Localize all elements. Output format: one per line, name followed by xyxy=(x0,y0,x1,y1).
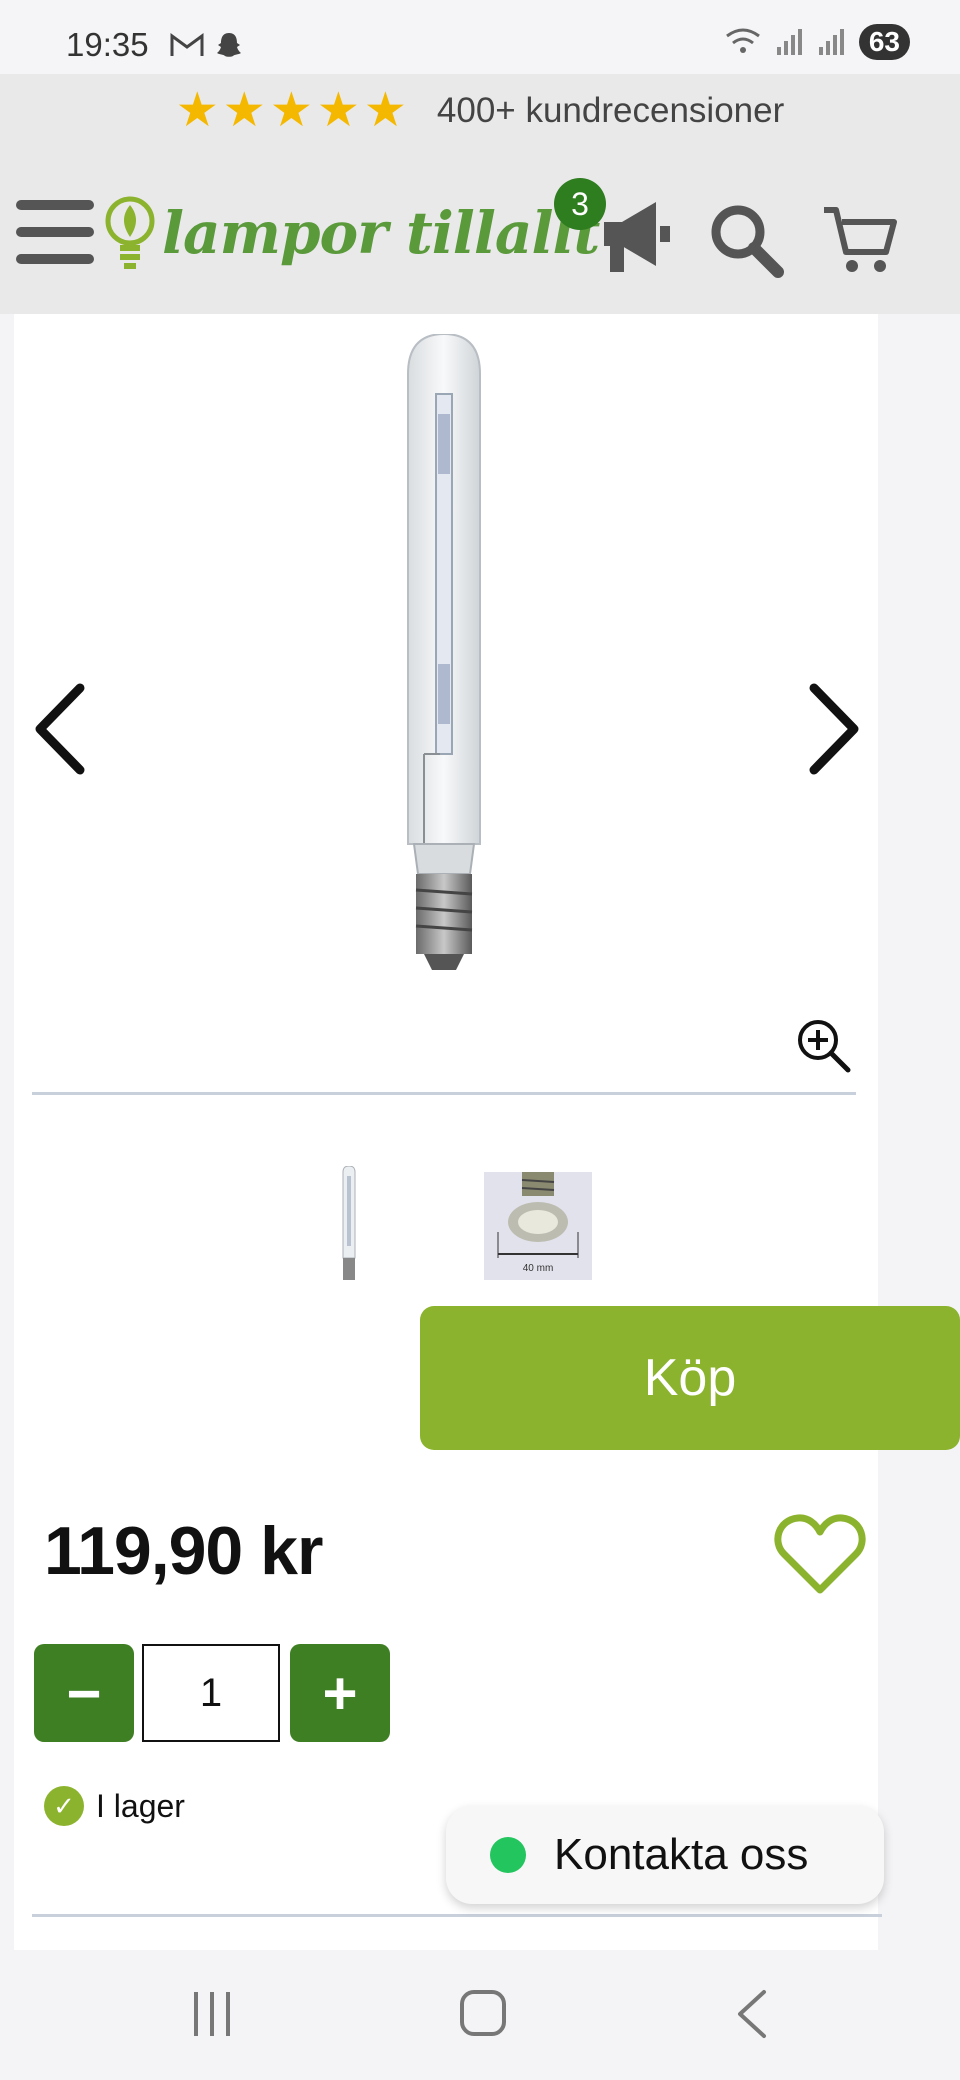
section-divider xyxy=(32,1914,882,1917)
site-header: lampor tillallt 3 xyxy=(0,148,960,314)
system-nav-bar xyxy=(0,1950,960,2080)
thumbnail-lamp[interactable] xyxy=(338,1166,360,1284)
star-icon: ★ xyxy=(175,84,219,137)
stock-status: ✓ I lager xyxy=(44,1786,185,1826)
search-icon[interactable] xyxy=(706,200,786,280)
online-status-dot xyxy=(490,1837,526,1873)
megaphone-icon[interactable] xyxy=(596,192,676,282)
product-image[interactable] xyxy=(384,334,504,974)
product-card: 40 mm 119,90 kr − 1 + ✓ I lager xyxy=(14,314,882,1950)
thumbnail-dimension-label: 40 mm xyxy=(522,1263,554,1274)
quantity-decrease-button[interactable]: − xyxy=(34,1644,134,1742)
notification-icons xyxy=(170,30,244,60)
chevron-right-icon[interactable] xyxy=(800,674,870,784)
reviews-bar[interactable]: ★ ★ ★ ★ ★ 400+ kundrecensioner xyxy=(0,74,960,148)
star-icon: ★ xyxy=(222,84,266,137)
image-divider xyxy=(32,1092,856,1095)
signal-icon-2 xyxy=(818,29,844,55)
contact-us-button[interactable]: Kontakta oss xyxy=(446,1806,884,1904)
snapchat-icon xyxy=(217,33,241,57)
heart-icon[interactable] xyxy=(774,1512,866,1596)
cart-icon[interactable] xyxy=(820,200,900,280)
quantity-increase-button[interactable]: + xyxy=(290,1644,390,1742)
gmail-icon xyxy=(170,33,204,56)
back-icon[interactable] xyxy=(730,1986,776,2042)
product-price: 119,90 kr xyxy=(44,1513,323,1589)
star-icon: ★ xyxy=(316,84,360,137)
quantity-input[interactable]: 1 xyxy=(142,1644,280,1742)
reviews-count: 400+ kundrecensioner xyxy=(436,91,785,130)
notification-badge: 3 xyxy=(554,178,606,230)
checkmark-icon: ✓ xyxy=(44,1786,84,1826)
bulb-logo-icon xyxy=(105,196,155,269)
status-time: 19:35 xyxy=(66,26,149,63)
zoom-in-icon[interactable] xyxy=(794,1016,854,1076)
site-logo[interactable]: lampor tillallt xyxy=(104,188,600,278)
system-icons: 63 xyxy=(723,24,910,60)
status-bar: 19:35 63 xyxy=(0,0,960,74)
star-icon: ★ xyxy=(363,84,407,137)
signal-icon xyxy=(776,29,802,55)
contact-label: Kontakta oss xyxy=(554,1830,809,1879)
home-icon[interactable] xyxy=(460,1990,506,2036)
chevron-left-icon[interactable] xyxy=(24,674,94,784)
recent-apps-icon[interactable] xyxy=(194,1992,238,2036)
stock-label: I lager xyxy=(96,1787,185,1824)
battery-indicator: 63 xyxy=(858,24,910,60)
buy-button[interactable]: Köp xyxy=(420,1306,960,1450)
logo-text: lampor tillallt xyxy=(162,199,600,267)
rating-stars: ★ ★ ★ ★ ★ xyxy=(176,87,407,135)
wifi-icon xyxy=(725,28,760,53)
star-icon: ★ xyxy=(269,84,313,137)
thumbnail-socket[interactable]: 40 mm xyxy=(484,1172,592,1280)
menu-icon[interactable] xyxy=(16,200,94,266)
